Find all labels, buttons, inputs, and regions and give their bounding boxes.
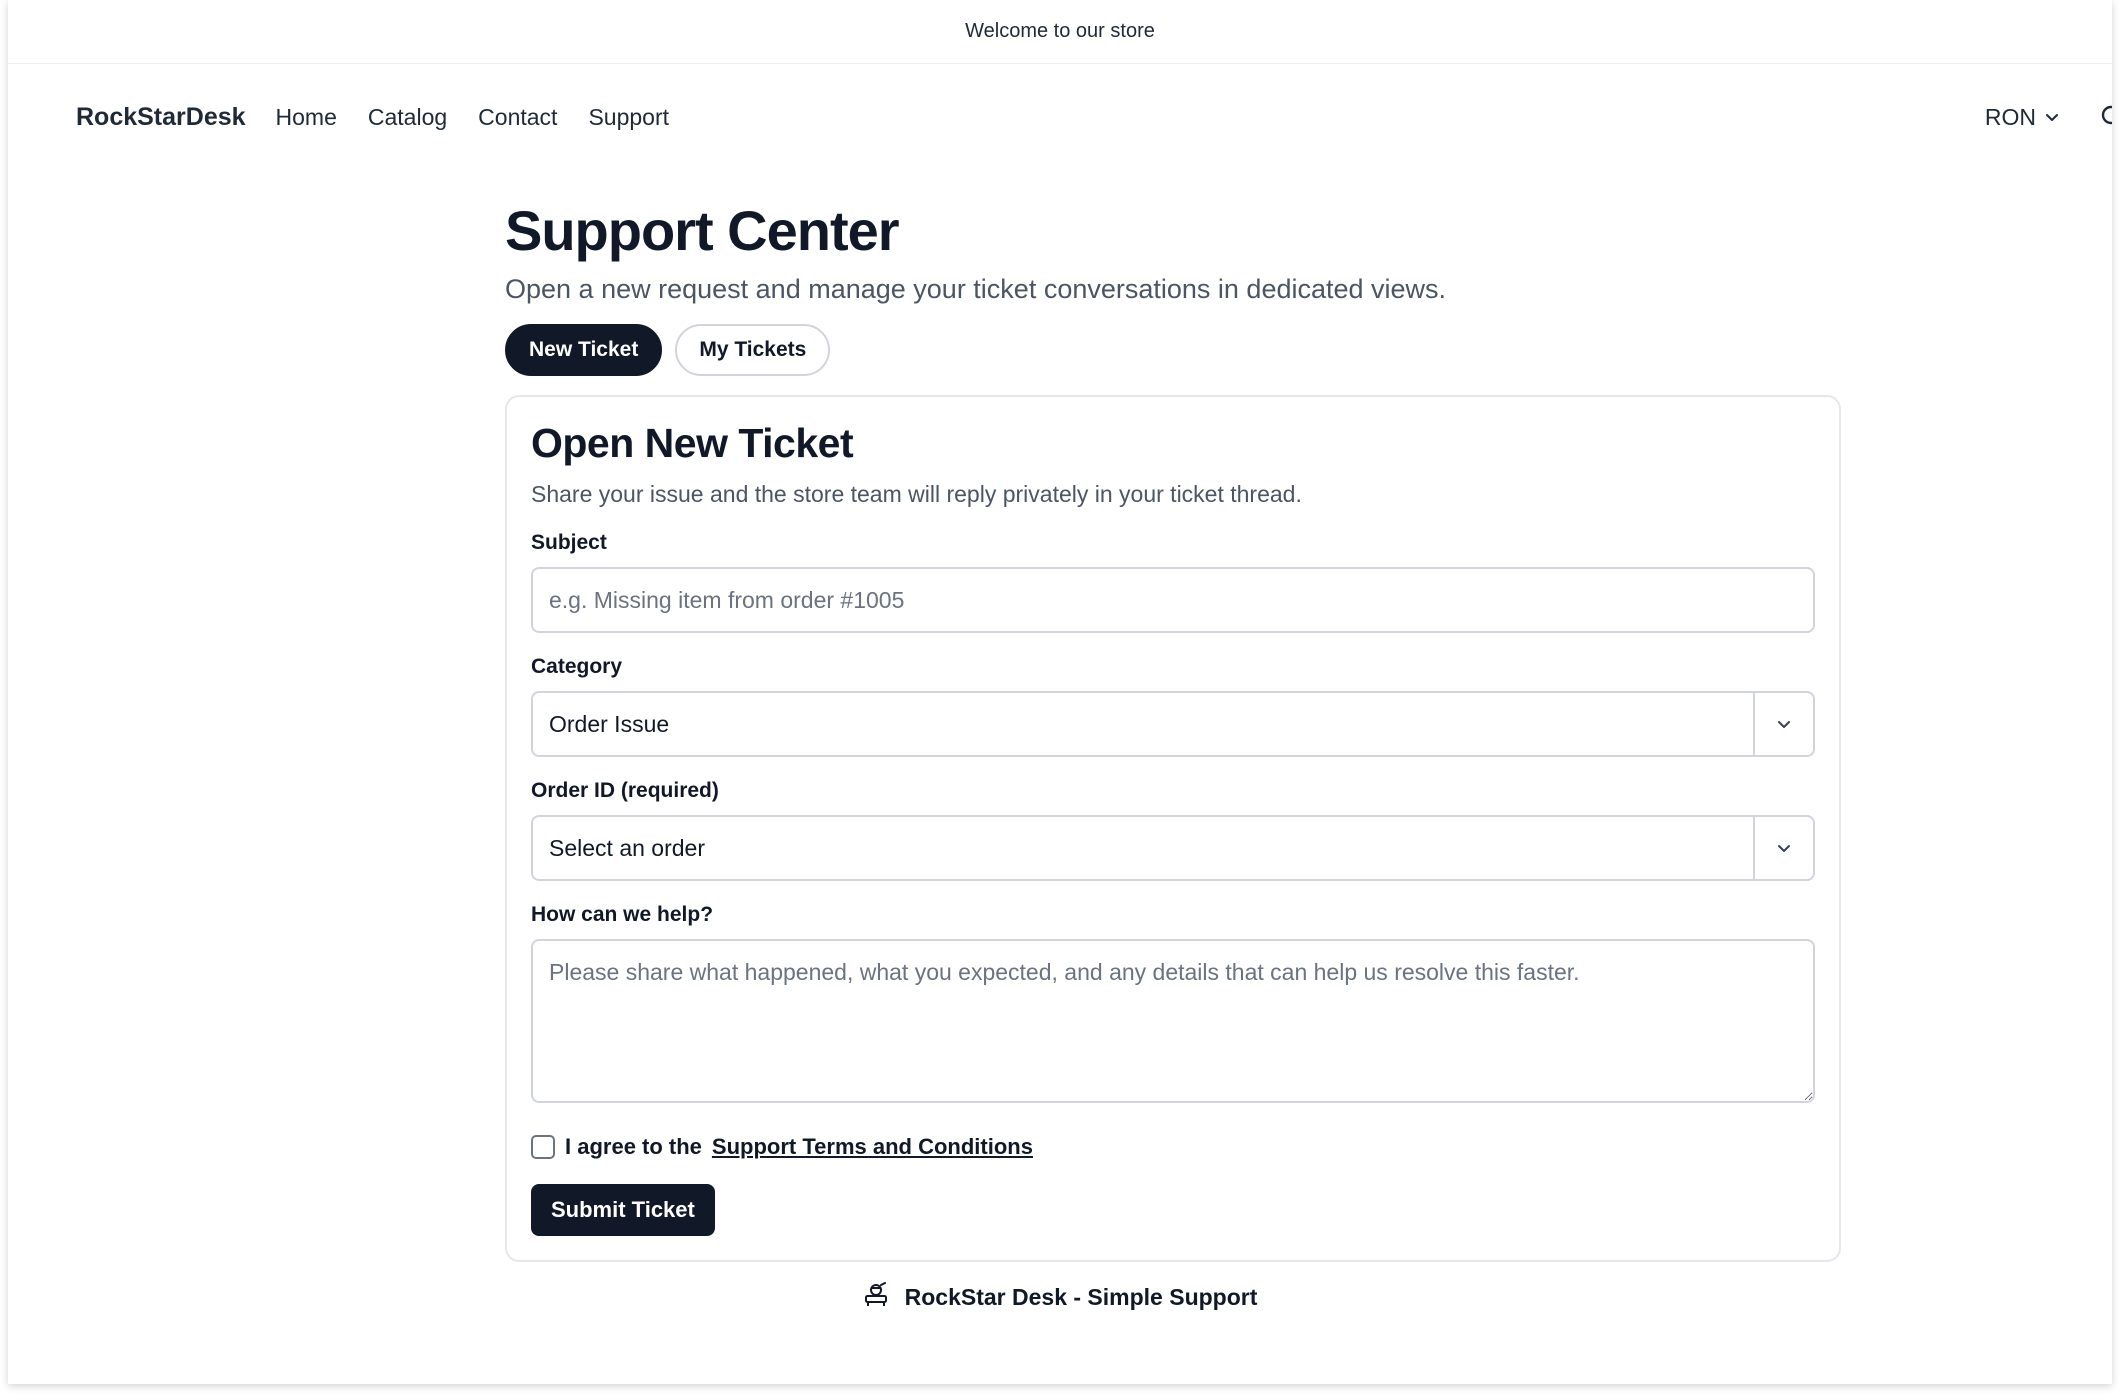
announcement-text: Welcome to our store: [965, 20, 1155, 42]
tab-my-tickets[interactable]: My Tickets: [675, 324, 831, 376]
message-label: How can we help?: [531, 903, 714, 926]
support-tabs: New Ticket My Tickets: [505, 324, 1841, 376]
page-subtitle: Open a new request and manage your ticke…: [505, 274, 1447, 304]
search-icon[interactable]: [2100, 64, 2112, 170]
subject-input[interactable]: [531, 567, 1815, 633]
category-select[interactable]: Order Issue: [531, 691, 1815, 757]
terms-agreement: I agree to the Support Terms and Conditi…: [531, 1134, 1815, 1160]
terms-checkbox[interactable]: [531, 1135, 555, 1159]
category-label: Category: [531, 655, 623, 678]
nav-home[interactable]: Home: [276, 104, 337, 131]
nav-catalog[interactable]: Catalog: [368, 104, 447, 131]
announcement-bar: Welcome to our store: [8, 0, 2112, 64]
page-title: Support Center: [505, 199, 900, 262]
chevron-down-icon: [2044, 104, 2060, 131]
site-footer: RockStar Desk - Simple Support: [8, 1282, 2112, 1313]
support-center: Support Center Open a new request and ma…: [505, 200, 1841, 1262]
tab-new-ticket[interactable]: New Ticket: [505, 324, 663, 376]
nav-contact[interactable]: Contact: [478, 104, 557, 131]
category-selected-value: Order Issue: [549, 710, 670, 737]
form-title: Open New Ticket: [531, 420, 854, 466]
site-header: RockStarDesk Home Catalog Contact Suppor…: [8, 64, 2112, 170]
browser-page: Welcome to our store RockStarDesk Home C…: [8, 0, 2112, 1384]
order-id-label: Order ID (required): [531, 779, 719, 802]
new-ticket-card: Open New Ticket Share your issue and the…: [505, 395, 1841, 1262]
chevron-down-icon: [1753, 693, 1813, 755]
submit-ticket-button[interactable]: Submit Ticket: [531, 1184, 715, 1236]
chevron-down-icon: [1753, 817, 1813, 879]
nav-support[interactable]: Support: [588, 104, 669, 131]
rockstar-desk-logo-icon: [863, 1282, 889, 1313]
order-id-select[interactable]: Select an order: [531, 815, 1815, 881]
subject-label: Subject: [531, 531, 607, 554]
order-id-selected-value: Select an order: [549, 834, 705, 861]
terms-prefix: I agree to the: [565, 1134, 702, 1159]
currency-selector[interactable]: RON: [1985, 64, 2060, 170]
currency-label: RON: [1984, 103, 2036, 130]
footer-text: RockStar Desk - Simple Support: [904, 1284, 1258, 1310]
terms-link[interactable]: Support Terms and Conditions: [712, 1134, 1033, 1160]
message-textarea[interactable]: [531, 939, 1815, 1103]
form-subtitle: Share your issue and the store team will…: [531, 481, 1302, 507]
brand-logo[interactable]: RockStarDesk: [76, 103, 246, 132]
